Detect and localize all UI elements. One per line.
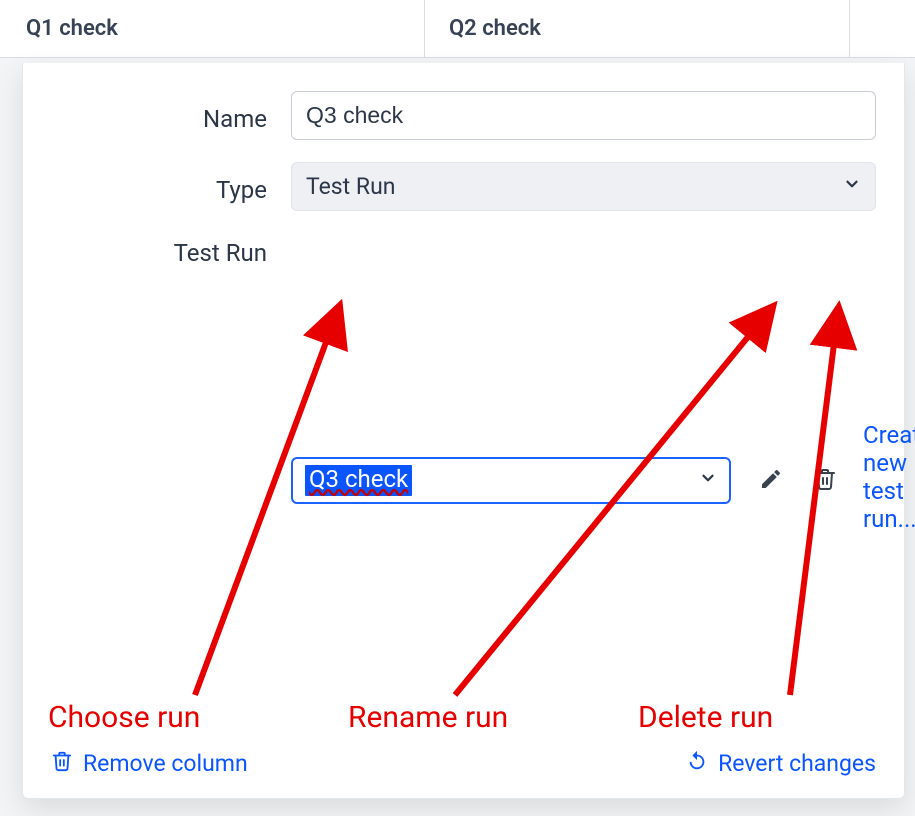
- column-settings-panel: Name Type Test Run Test Run Q3 check: [22, 63, 905, 799]
- annotation-delete-run: Delete run: [638, 700, 773, 735]
- tab-q2[interactable]: Q2 check: [425, 0, 850, 57]
- pencil-icon: [759, 467, 783, 494]
- type-label: Type: [51, 170, 291, 204]
- revert-changes-label: Revert changes: [718, 750, 876, 777]
- delete-run-button[interactable]: [811, 466, 839, 494]
- name-label: Name: [51, 99, 291, 133]
- revert-icon: [686, 750, 708, 778]
- panel-footer: Remove column Revert changes: [51, 750, 876, 778]
- testrun-label: Test Run: [51, 233, 291, 267]
- trash-icon: [51, 750, 73, 778]
- testrun-select[interactable]: Q3 check: [291, 457, 731, 504]
- annotation-rename-run: Rename run: [348, 700, 508, 735]
- create-test-run-link[interactable]: Create new test run...: [861, 421, 915, 533]
- testrun-select-value: Q3 check: [305, 465, 412, 496]
- annotation-choose-run: Choose run: [48, 700, 200, 735]
- remove-column-label: Remove column: [83, 750, 248, 777]
- chevron-down-icon: [843, 175, 861, 198]
- type-select-value: Test Run: [306, 173, 395, 200]
- type-select[interactable]: Test Run: [291, 162, 876, 211]
- column-tabs: Q1 check Q2 check: [0, 0, 915, 58]
- rename-run-button[interactable]: [757, 466, 785, 494]
- trash-icon: [813, 467, 837, 494]
- remove-column-button[interactable]: Remove column: [51, 750, 248, 778]
- name-input[interactable]: [291, 91, 876, 140]
- revert-changes-button[interactable]: Revert changes: [686, 750, 876, 778]
- tab-q1[interactable]: Q1 check: [0, 0, 425, 57]
- chevron-down-icon: [699, 469, 717, 492]
